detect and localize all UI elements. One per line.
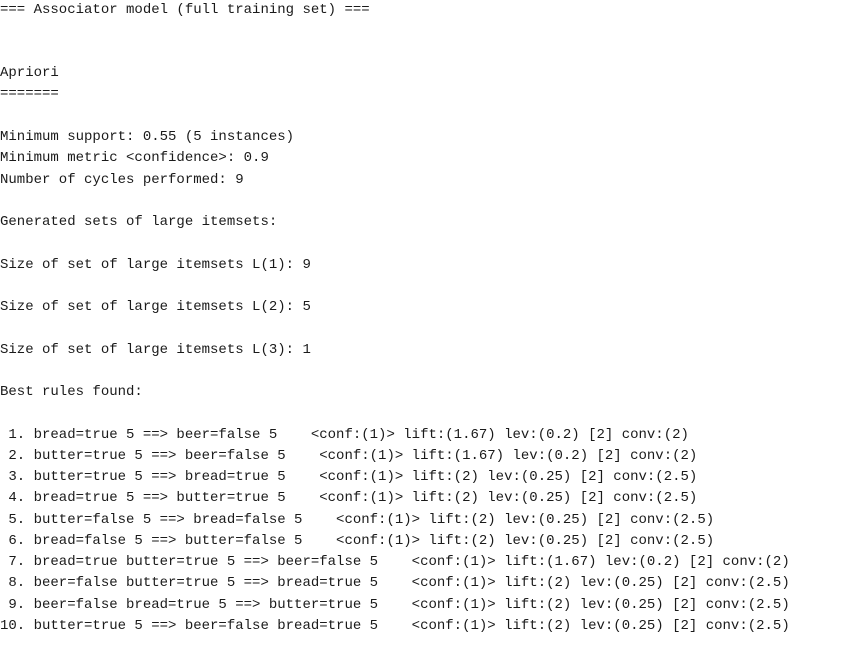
rule-line: 3. butter=true 5 ==> bread=true 5 <conf:… — [0, 469, 698, 485]
itemsets-l1-size: Size of set of large itemsets L(1): 9 — [0, 257, 311, 273]
rule-line: 8. beer=false butter=true 5 ==> bread=tr… — [0, 575, 790, 591]
output-header: === Associator model (full training set)… — [0, 2, 370, 18]
rule-line: 5. butter=false 5 ==> bread=false 5 <con… — [0, 512, 715, 528]
itemsets-l2-size: Size of set of large itemsets L(2): 5 — [0, 299, 311, 315]
generated-sets-label: Generated sets of large itemsets: — [0, 214, 278, 230]
rule-line: 10. butter=true 5 ==> beer=false bread=t… — [0, 618, 790, 634]
minimum-support: Minimum support: 0.55 (5 instances) — [0, 129, 295, 145]
rule-line: 9. beer=false bread=true 5 ==> butter=tr… — [0, 597, 790, 613]
rule-line: 6. bread=false 5 ==> butter=false 5 <con… — [0, 533, 715, 549]
algorithm-underline: ======= — [0, 86, 59, 102]
rule-line: 7. bread=true butter=true 5 ==> beer=fal… — [0, 554, 790, 570]
associator-output-panel[interactable]: === Associator model (full training set)… — [0, 0, 865, 672]
rule-line: 2. butter=true 5 ==> beer=false 5 <conf:… — [0, 448, 698, 464]
rule-line: 1. bread=true 5 ==> beer=false 5 <conf:(… — [0, 427, 689, 443]
itemsets-l3-size: Size of set of large itemsets L(3): 1 — [0, 342, 311, 358]
best-rules-label: Best rules found: — [0, 384, 143, 400]
cycles-performed: Number of cycles performed: 9 — [0, 172, 244, 188]
rule-line: 4. bread=true 5 ==> butter=true 5 <conf:… — [0, 490, 698, 506]
algorithm-name: Apriori — [0, 65, 59, 81]
minimum-metric: Minimum metric <confidence>: 0.9 — [0, 150, 269, 166]
